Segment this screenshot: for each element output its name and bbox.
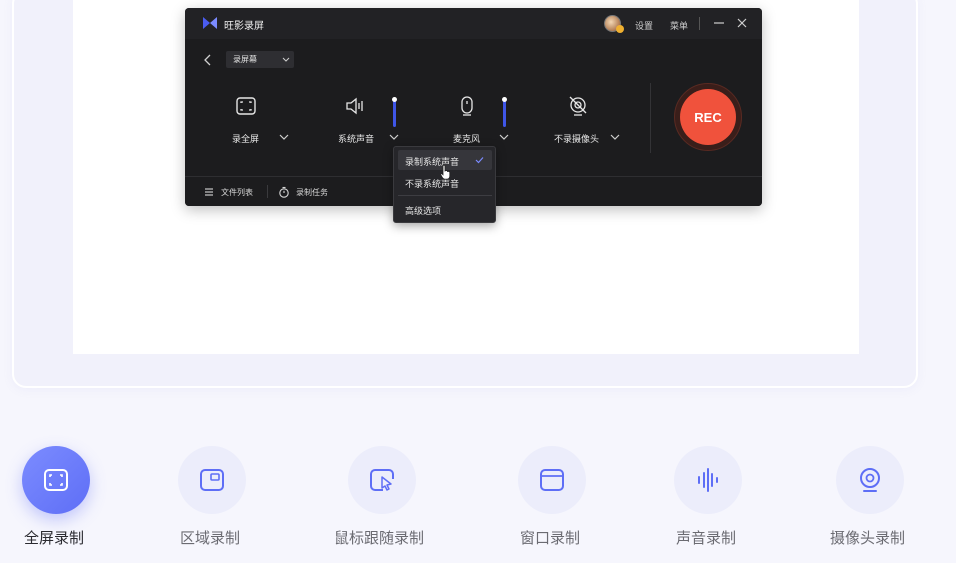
list-icon: [205, 188, 213, 196]
mode-tab-fullscreen[interactable]: [22, 446, 90, 514]
close-icon[interactable]: [735, 16, 749, 30]
chevron-down-icon[interactable]: [610, 133, 620, 141]
mouse-follow-icon: [370, 469, 394, 491]
mode-label-audio[interactable]: 声音录制: [676, 527, 736, 548]
webcam-icon: [860, 468, 880, 492]
system-audio-label[interactable]: 系统声音: [338, 132, 374, 145]
minimize-icon[interactable]: [712, 16, 726, 30]
mode-label-fullscreen[interactable]: 全屏录制: [24, 527, 84, 548]
speaker-icon[interactable]: [343, 94, 367, 118]
mode-tab-window[interactable]: [518, 446, 586, 514]
back-arrow-icon[interactable]: [202, 53, 214, 67]
menu-divider: [398, 195, 492, 196]
hand-cursor-icon: [440, 164, 451, 180]
mode-tab-audio[interactable]: [674, 446, 742, 514]
fullscreen-icon: [44, 469, 68, 491]
capture-mode-select[interactable]: 录屏幕: [226, 51, 294, 68]
mode-tab-webcam[interactable]: [836, 446, 904, 514]
app-title: 旺影录屏: [224, 21, 264, 32]
slider-knob[interactable]: [392, 97, 397, 102]
menu-item-advanced-options[interactable]: 高级选项: [398, 199, 492, 219]
controls-divider: [650, 83, 651, 153]
app-logo-icon: [203, 17, 217, 29]
region-icon: [200, 469, 224, 491]
chevron-down-icon[interactable]: [279, 133, 289, 141]
mic-volume-slider[interactable]: [502, 97, 507, 127]
screen-area-label[interactable]: 录全屏: [232, 132, 259, 145]
system-audio-volume-slider[interactable]: [392, 97, 397, 127]
mode-tab-mouse-follow[interactable]: [348, 446, 416, 514]
mode-label-region[interactable]: 区域录制: [180, 527, 240, 548]
settings-link[interactable]: 设置: [635, 19, 653, 32]
mode-label-window[interactable]: 窗口录制: [520, 527, 580, 548]
camera-label[interactable]: 不录摄像头: [554, 132, 599, 145]
mode-label-mouse-follow[interactable]: 鼠标跟随录制: [334, 527, 424, 548]
chevron-down-icon[interactable]: [389, 133, 399, 141]
mode-label-webcam[interactable]: 摄像头录制: [830, 527, 905, 548]
titlebar-divider: [699, 17, 700, 30]
record-task-link[interactable]: 录制任务: [296, 187, 328, 198]
fullscreen-frame-icon[interactable]: [234, 94, 258, 118]
menu-item-label: 高级选项: [405, 207, 442, 217]
camera-off-icon[interactable]: [566, 94, 590, 118]
mic-label[interactable]: 麦克风: [453, 132, 480, 145]
timer-icon: [279, 186, 289, 198]
window-icon: [540, 469, 564, 491]
avatar-badge: [616, 25, 624, 33]
footer-divider: [267, 185, 268, 198]
system-audio-menu: 录制系统声音 不录系统声音 高级选项: [393, 146, 496, 223]
mode-tab-region[interactable]: [178, 446, 246, 514]
audio-wave-icon: [698, 468, 718, 492]
rec-button[interactable]: REC: [680, 89, 736, 145]
microphone-icon[interactable]: [455, 94, 479, 118]
title-bar: 旺影录屏 设置 菜单: [185, 8, 762, 39]
chevron-down-icon[interactable]: [499, 133, 509, 141]
menu-link[interactable]: 菜单: [670, 19, 688, 32]
chevron-down-icon: [282, 57, 290, 62]
slider-knob[interactable]: [502, 97, 507, 102]
file-list-link[interactable]: 文件列表: [221, 187, 253, 198]
menu-item-label: 不录系统声音: [405, 180, 460, 190]
check-icon: [475, 157, 484, 164]
capture-mode-value: 录屏幕: [233, 55, 257, 64]
